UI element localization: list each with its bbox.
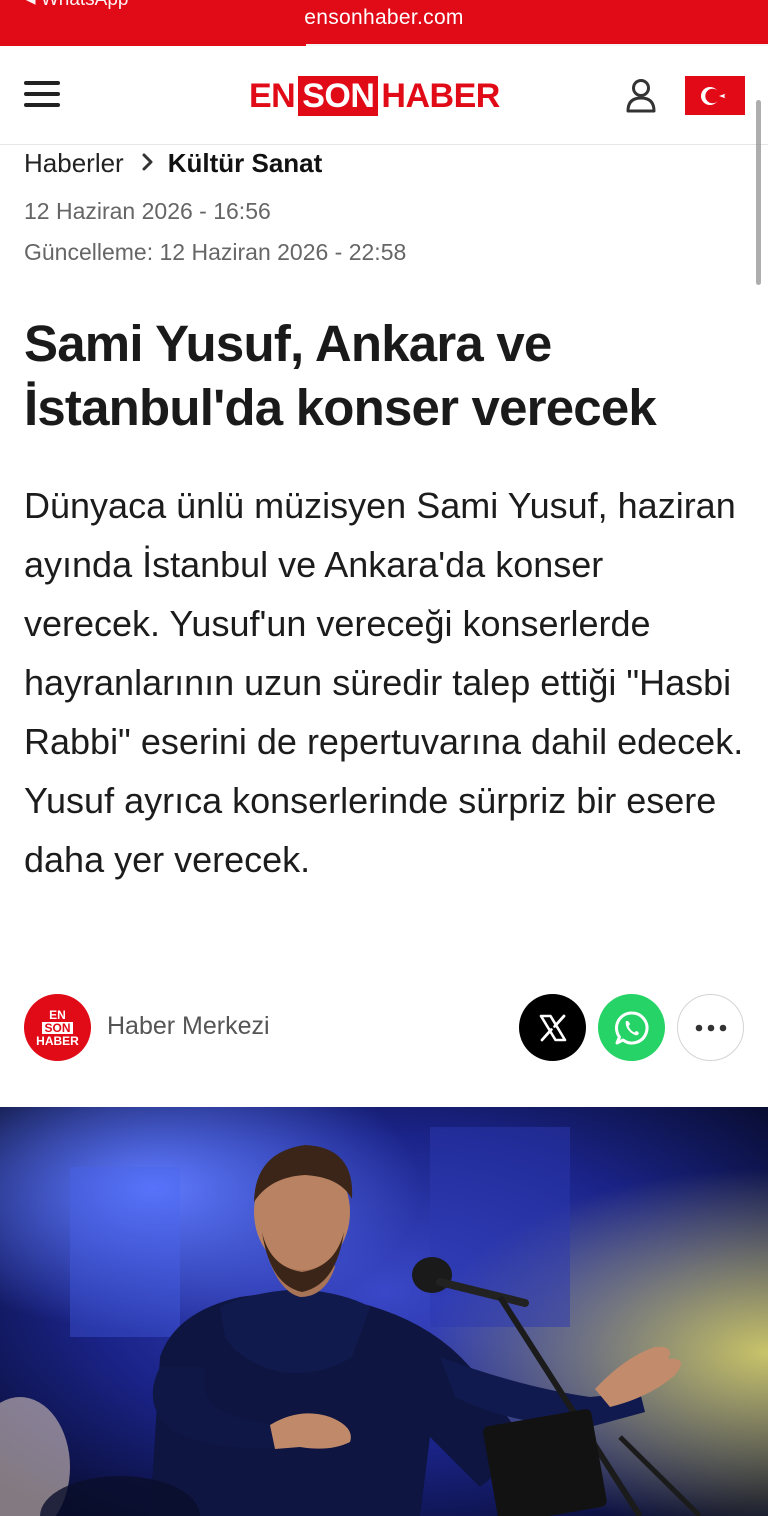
share-x-button[interactable] xyxy=(519,994,586,1061)
share-more-button[interactable] xyxy=(677,994,744,1061)
article-headline: Sami Yusuf, Ankara ve İstanbul'da konser… xyxy=(24,315,657,436)
breadcrumb-home-link[interactable]: Haberler xyxy=(24,148,124,179)
updated-date: Güncelleme: 12 Haziran 2026 - 22:58 xyxy=(24,239,407,265)
logo-haber: HABER xyxy=(381,76,500,115)
site-header: EN SON HABER xyxy=(0,46,768,145)
user-account-icon[interactable] xyxy=(624,78,658,114)
breadcrumb-category-link[interactable]: Kültür Sanat xyxy=(168,148,323,179)
hamburger-menu-icon[interactable] xyxy=(24,81,60,111)
turkey-flag-icon[interactable] xyxy=(685,76,745,115)
logo-en: EN xyxy=(249,76,296,115)
whatsapp-icon xyxy=(614,1010,648,1044)
url-domain[interactable]: ensonhaber.com xyxy=(0,6,768,30)
chevron-right-icon xyxy=(142,151,154,177)
scrollbar-thumb[interactable] xyxy=(756,100,761,285)
x-twitter-icon xyxy=(539,1014,566,1041)
author-avatar[interactable]: EN SON HABER xyxy=(24,994,91,1061)
avatar-haber: HABER xyxy=(36,1033,79,1048)
share-whatsapp-button[interactable] xyxy=(598,994,665,1061)
breadcrumb: Haberler Kültür Sanat xyxy=(24,148,322,179)
published-date: 12 Haziran 2026 - 16:56 xyxy=(24,198,271,224)
article-summary: Dünyaca ünlü müzisyen Sami Yusuf, hazira… xyxy=(24,485,744,880)
article-hero-image[interactable] xyxy=(0,1107,768,1516)
site-logo[interactable]: EN SON HABER xyxy=(249,76,500,116)
avatar-en: EN xyxy=(49,1007,66,1022)
avatar-son: SON xyxy=(42,1020,73,1035)
logo-son: SON xyxy=(298,76,379,116)
author-name[interactable]: Haber Merkezi xyxy=(107,1012,270,1041)
more-options-icon xyxy=(695,1024,726,1031)
browser-url-bar: ◂ WhatsApp ensonhaber.com xyxy=(0,0,768,46)
